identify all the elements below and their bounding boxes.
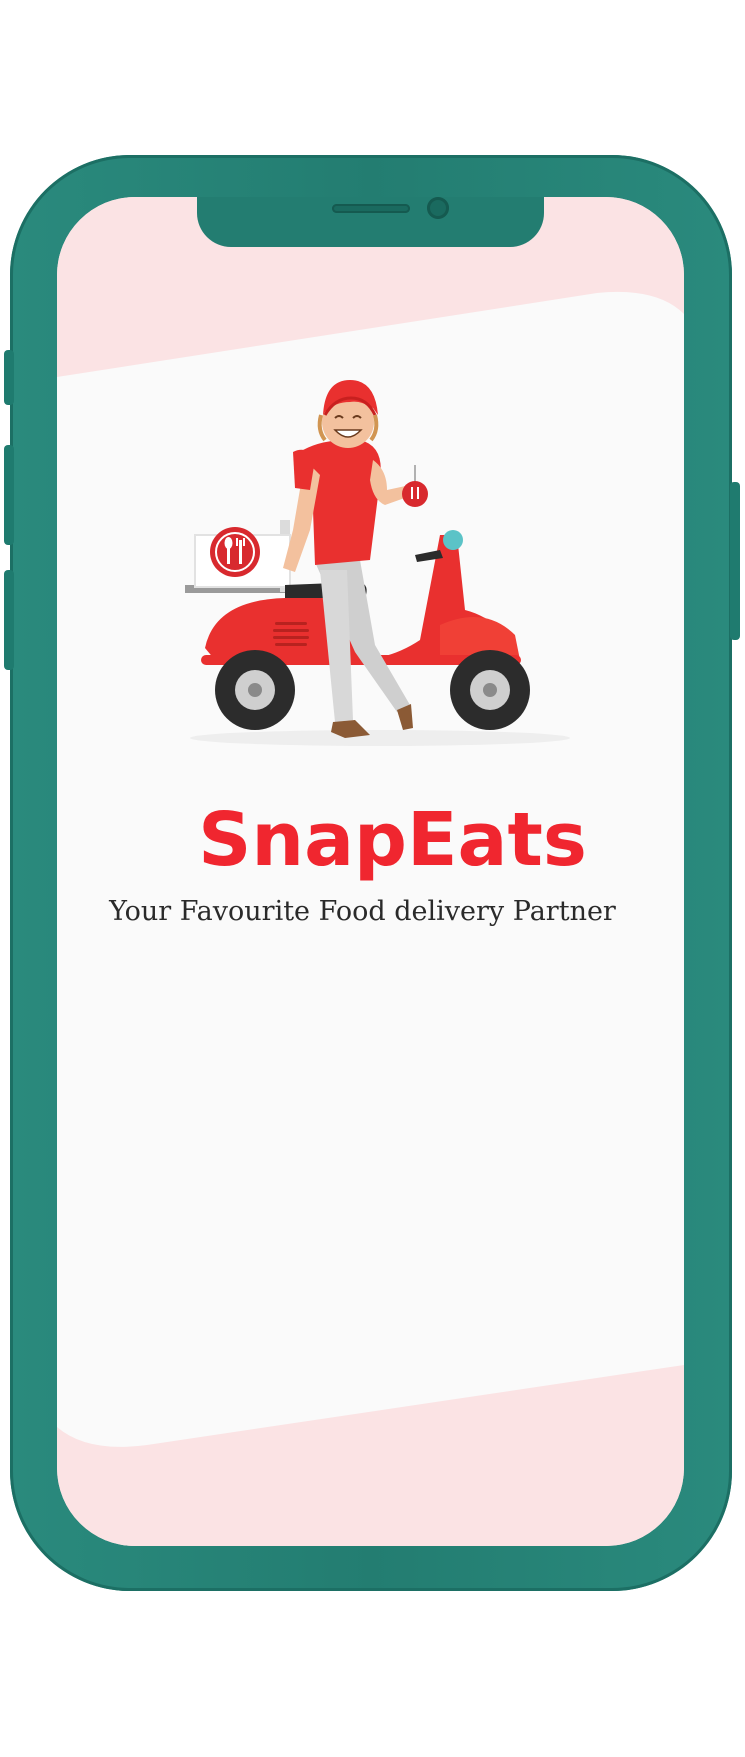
app-name: SnapEats xyxy=(198,797,587,883)
volume-up-button xyxy=(4,445,14,545)
volume-down-button xyxy=(4,570,14,670)
front-wheel xyxy=(450,650,530,730)
app-tagline: Your Favourite Food delivery Partner xyxy=(109,896,616,927)
power-button xyxy=(730,482,740,640)
rear-wheel xyxy=(215,650,295,730)
mute-switch xyxy=(4,350,14,405)
speaker-grille xyxy=(332,204,410,213)
splash-stage: SnapEats Your Favourite Food delivery Pa… xyxy=(0,0,745,1757)
fork-spoon-icon xyxy=(210,527,260,577)
delivery-illustration xyxy=(185,380,570,746)
front-camera-icon xyxy=(427,197,449,219)
delivery-rider xyxy=(283,380,428,738)
